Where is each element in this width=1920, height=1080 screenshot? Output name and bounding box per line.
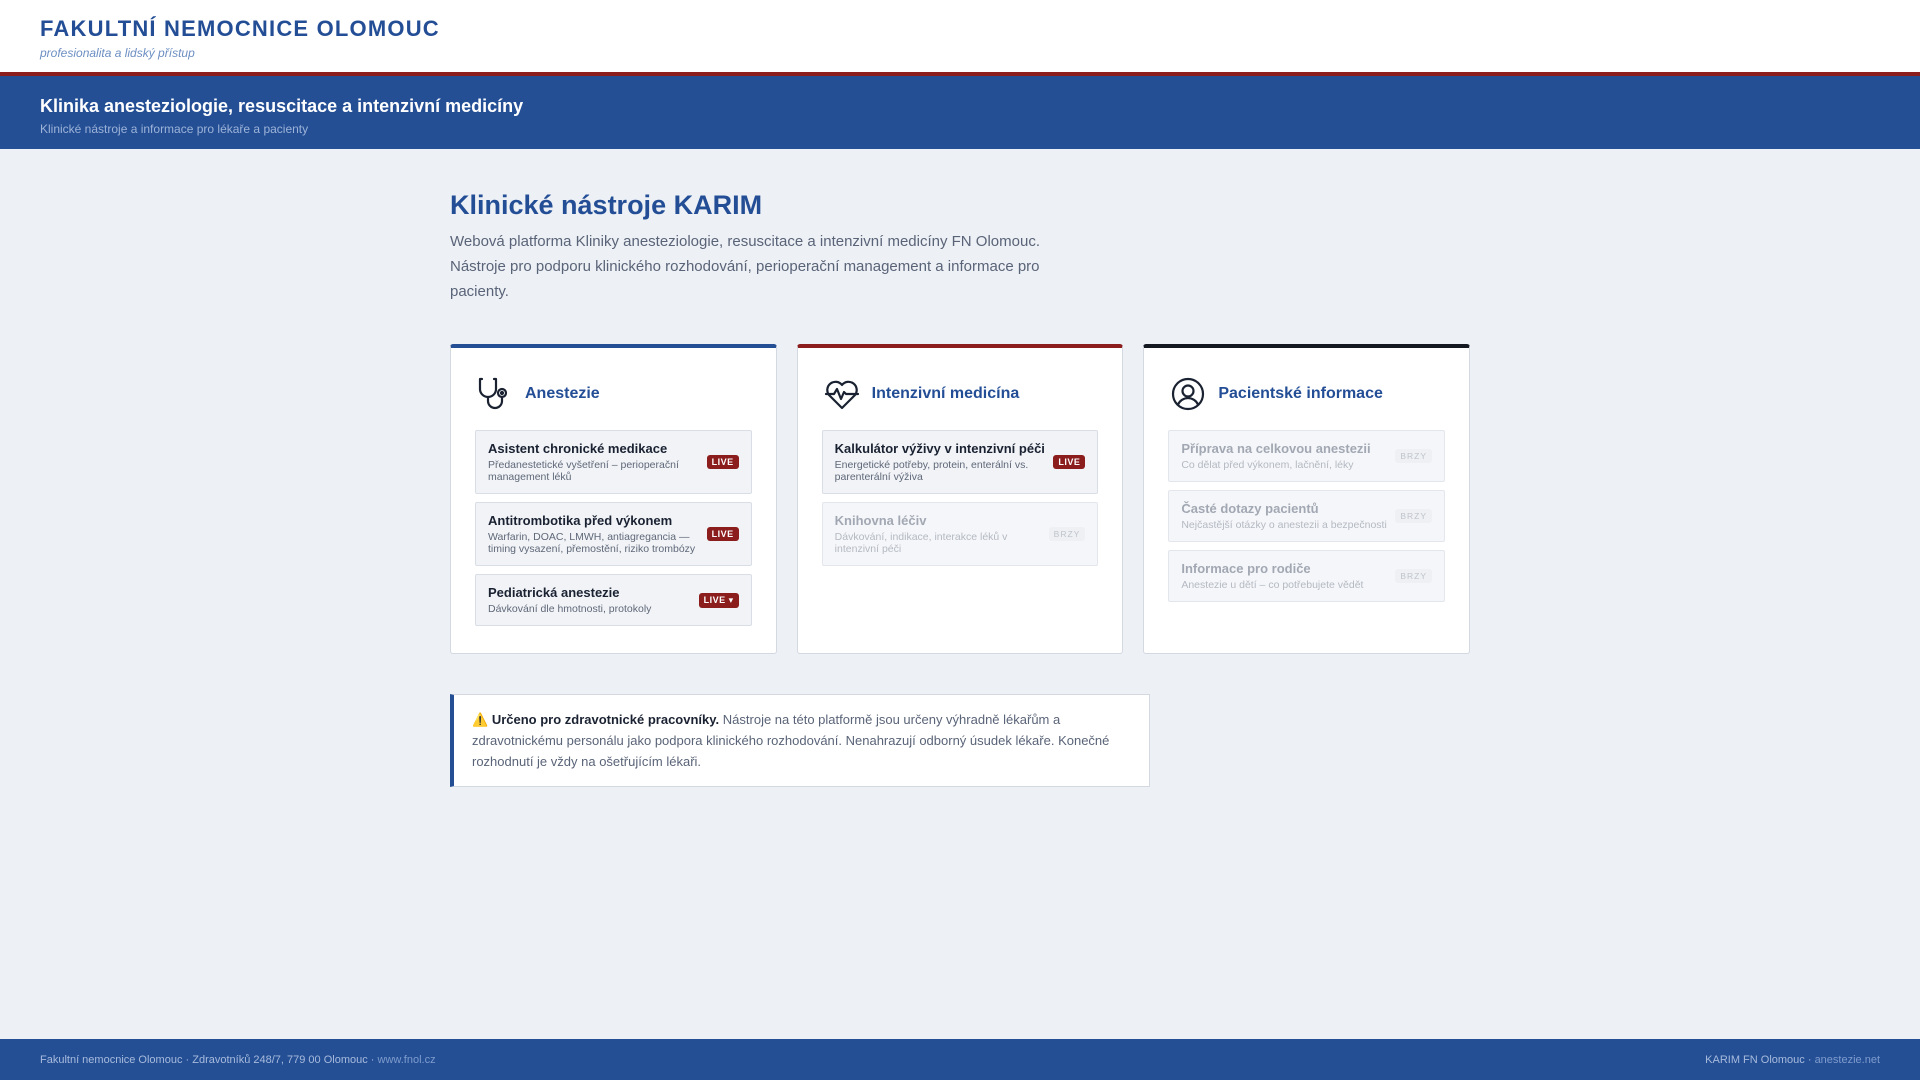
tool-item-antithrombotics[interactable]: Antitrombotika před výkonem Warfarin, DO…	[475, 502, 752, 566]
disclaimer-notice: ⚠️ Určeno pro zdravotnické pracovníky. N…	[450, 694, 1150, 787]
hospital-name[interactable]: FAKULTNÍ NEMOCNICE OLOMOUC	[40, 16, 1880, 42]
status-badge: BRZY	[1395, 569, 1433, 583]
card-anesthesia: Anestezie Asistent chronické medikace Př…	[450, 344, 777, 654]
intro-text: Webová platforma Kliniky anesteziologie,…	[450, 233, 1040, 300]
warning-icon: ⚠️	[472, 712, 489, 727]
footer-address-text: Fakultní nemocnice Olomouc · Zdravotníků…	[40, 1053, 378, 1066]
footer-address: Fakultní nemocnice Olomouc · Zdravotníků…	[40, 1054, 436, 1066]
tool-item-title: Antitrombotika před výkonem	[488, 513, 673, 528]
tool-item-title: Časté dotazy pacientů	[1181, 501, 1319, 516]
tool-item-desc: Warfarin, DOAC, LMWH, antiagregancia — t…	[488, 531, 696, 555]
card-header: Intenzivní medicína	[822, 372, 1099, 416]
page-title: Klinické nástroje KARIM	[450, 190, 763, 220]
disclaimer-heading: Určeno pro zdravotnické pracovníky.	[491, 712, 720, 727]
status-badge: BRZY	[1395, 449, 1433, 463]
footer-link-anestezie[interactable]: anestezie.net	[1815, 1054, 1880, 1066]
tool-item-chronic-medication[interactable]: Asistent chronické medikace Předanesteti…	[475, 430, 752, 494]
hospital-tagline: profesionalita a lidský přístup	[40, 46, 195, 60]
status-badge: LIVE	[706, 527, 739, 541]
status-badge: BRZY	[1048, 527, 1086, 541]
tool-item-desc: Co dělat před výkonem, lačnění, léky	[1181, 459, 1354, 471]
card-intensive-care: Intenzivní medicína Kalkulátor výživy v …	[796, 344, 1124, 654]
tool-item-desc: Nejčastější otázky o anestezii a bezpečn…	[1181, 519, 1387, 531]
clinic-banner: Klinika anesteziologie, resuscitace a in…	[0, 76, 1920, 149]
status-badge: LIVE	[706, 455, 739, 469]
tool-item-desc: Dávkování, indikace, interakce léků v in…	[834, 531, 1008, 555]
site-footer: Fakultní nemocnice Olomouc · Zdravotníků…	[0, 1039, 1920, 1080]
tool-cards: Anestezie Asistent chronické medikace Př…	[450, 344, 1471, 654]
tool-item-title: Pediatrická anestezie	[488, 585, 620, 600]
card-header: Anestezie	[475, 372, 752, 416]
user-circle-icon	[1168, 374, 1208, 414]
tool-item-title: Asistent chronické medikace	[488, 441, 668, 456]
clinic-title: Klinika anesteziologie, resuscitace a in…	[40, 96, 524, 116]
tool-item-desc: Energetické potřeby, protein, enterální …	[834, 459, 1029, 483]
tool-item-anesthesia-preparation: Příprava na celkovou anestezii Co dělat …	[1168, 430, 1446, 482]
tool-item-nutrition-calculator[interactable]: Kalkulátor výživy v intenzivní péči Ener…	[821, 430, 1099, 494]
tool-item-parents-info: Informace pro rodiče Anestezie u dětí – …	[1168, 550, 1446, 602]
tool-item-patient-faq: Časté dotazy pacientů Nejčastější otázky…	[1168, 490, 1446, 542]
footer-credit-text: KARIM FN Olomouc ·	[1705, 1053, 1815, 1066]
status-badge-dropdown[interactable]: LIVE ▾	[698, 592, 739, 608]
card-title: Pacientské informace	[1218, 385, 1383, 402]
tool-item-title: Kalkulátor výživy v intenzivní péči	[834, 441, 1045, 456]
card-header: Pacientské informace	[1168, 372, 1445, 416]
card-patient-info: Pacientské informace Příprava na celkovo…	[1143, 344, 1471, 654]
tool-item-desc: Anestezie u dětí – co potřebujete vědět	[1181, 579, 1364, 591]
tool-item-desc: Předanestetické vyšetření – perioperační…	[488, 459, 679, 483]
tool-item-title: Informace pro rodiče	[1181, 561, 1311, 576]
tool-item-drug-library: Knihovna léčiv Dávkování, indikace, inte…	[821, 502, 1099, 566]
heart-pulse-icon	[822, 374, 862, 414]
footer-credit: KARIM FN Olomouc · anestezie.net	[1705, 1054, 1880, 1066]
footer-link-fnol[interactable]: www.fnol.cz	[378, 1054, 436, 1066]
tool-item-title: Knihovna léčiv	[834, 513, 927, 528]
clinic-subtitle: Klinické nástroje a informace pro lékaře…	[40, 122, 309, 136]
tool-item-pediatric-anesthesia[interactable]: Pediatrická anestezie Dávkování dle hmot…	[475, 574, 752, 626]
card-title: Anestezie	[525, 385, 600, 402]
tool-item-title: Příprava na celkovou anestezii	[1181, 441, 1371, 456]
status-badge: BRZY	[1395, 509, 1433, 523]
status-badge: LIVE	[1053, 455, 1086, 469]
card-title: Intenzivní medicína	[871, 385, 1020, 402]
site-header: FAKULTNÍ NEMOCNICE OLOMOUC profesionalit…	[0, 0, 1920, 72]
stethoscope-icon	[475, 374, 515, 414]
tool-item-desc: Dávkování dle hmotnosti, protokoly	[488, 603, 652, 615]
main-content: Klinické nástroje KARIM Webová platforma…	[450, 190, 1471, 787]
